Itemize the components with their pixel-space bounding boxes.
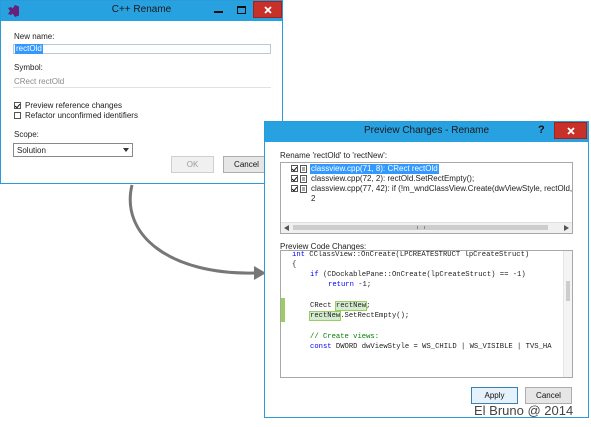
close-icon [567,127,575,135]
refactor-label: Refactor unconfirmed identifiers [25,111,138,120]
code-line-1: int CClassView::OnCreate(LPCREATESTRUCT … [292,251,530,259]
rename-titlebar: C++ Rename [1,1,282,21]
file-icon [300,185,307,193]
minimize-button[interactable] [207,1,230,18]
code-line-5: CRect rectNew; [310,301,371,311]
scope-select[interactable]: Solution [13,143,133,157]
refactor-checkbox[interactable] [14,112,21,119]
symbol-value: CRect rectOld [14,77,65,86]
list-item[interactable]: classview.cpp(71, 8): CRect rectOld [291,164,572,174]
item-checkbox[interactable] [291,175,298,182]
list-item-text: classview.cpp(72, 2): rectOld.SetRectEmp… [311,174,475,183]
help-icon: ? [538,124,545,136]
preview-cancel-button[interactable]: Cancel [525,387,572,404]
item-checkbox[interactable] [291,165,298,172]
watermark: El Bruno @ 2014 [474,403,574,418]
close-button[interactable] [253,1,282,18]
cancel-button[interactable]: Cancel [223,156,270,173]
preview-titlebar: Preview Changes - Rename ? [265,122,588,142]
preview-dialog: Preview Changes - Rename ? Rename 'rectO… [264,121,589,418]
help-button[interactable]: ? [531,122,553,139]
minimize-icon [214,11,223,13]
file-icon [300,165,307,173]
list-item-text: classview.cpp(71, 8): CRect rectOld [310,164,439,174]
code-line-3: if (CDockablePane::OnCreate(lpCreateStru… [310,271,526,279]
list-hscrollbar[interactable] [281,222,572,233]
change-marker [281,298,285,322]
list-item[interactable]: classview.cpp(77, 42): if (!m_wndClassVi… [291,184,572,203]
scope-label: Scope: [14,130,39,139]
code-line-4: return -1; [328,281,372,289]
list-item[interactable]: classview.cpp(72, 2): rectOld.SetRectEmp… [291,174,572,184]
changes-list[interactable]: classview.cpp(71, 8): CRect rectOld clas… [280,162,573,234]
item-checkbox[interactable] [291,185,298,192]
code-line-2: { [292,261,297,269]
code-line-8: const DWORD dwViewStyle = WS_CHILD | WS_… [310,343,552,351]
preview-checkbox[interactable] [14,102,21,109]
maximize-icon [237,6,246,14]
apply-button[interactable]: Apply [471,387,518,404]
chevron-down-icon [123,148,129,152]
new-name-field[interactable]: rectOld [13,44,271,54]
code-preview[interactable]: int CClassView::OnCreate(LPCREATESTRUCT … [280,250,573,378]
preview-label: Preview reference changes [25,101,122,110]
symbol-divider [13,87,271,88]
new-name-value: rectOld [15,44,43,54]
preview-close-button[interactable] [554,122,587,139]
scroll-right-icon[interactable] [564,225,569,231]
code-scroll-thumb[interactable] [566,281,570,301]
scroll-grip-icon [417,226,425,229]
maximize-button[interactable] [230,1,253,18]
close-icon [264,6,272,14]
scope-value: Solution [17,146,46,155]
list-item-text: classview.cpp(77, 42): if (!m_wndClassVi… [311,184,573,203]
code-line-7: // Create views: [310,333,380,341]
scroll-left-icon[interactable] [284,225,289,231]
file-icon [300,175,307,183]
code-vscrollbar[interactable] [563,251,572,377]
new-name-label: New name: [14,32,55,41]
code-line-6: rectNew.SetRectEmpty(); [308,311,410,321]
rename-dialog: C++ Rename New name: rectOld Symbol: CRe… [0,0,283,184]
symbol-label: Symbol: [14,63,43,72]
scroll-thumb[interactable] [293,225,548,230]
rename-summary: Rename 'rectOld' to 'rectNew': [280,151,388,160]
ok-button[interactable]: OK [171,156,214,173]
